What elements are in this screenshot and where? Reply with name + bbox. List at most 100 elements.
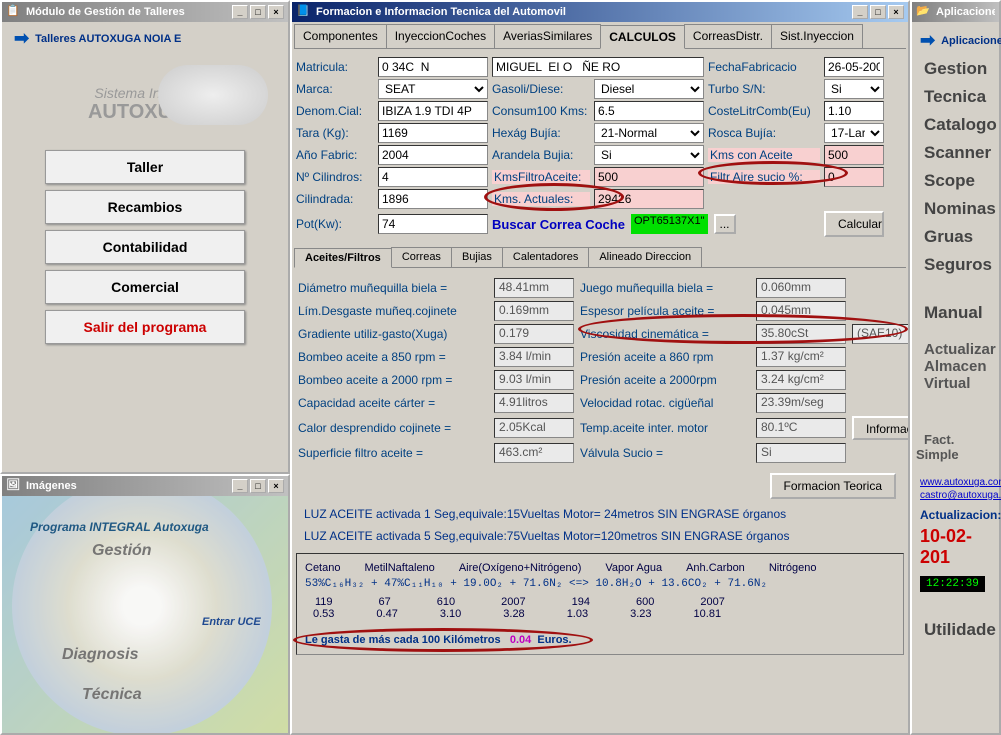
maximize-button[interactable]: □ [250,479,266,493]
menu-contabilidad[interactable]: Contabilidad [45,230,245,264]
calc-value: 463.cm² [494,443,574,463]
inp-kmsact[interactable] [594,189,704,209]
menu-comercial[interactable]: Comercial [45,270,245,304]
close-button[interactable]: × [268,479,284,493]
img-label: Técnica [82,686,142,704]
lbl-arand: Arandela Bujia: [492,148,590,162]
subtab-alineado[interactable]: Alineado Direccion [588,247,702,267]
subtab-bujias[interactable]: Bujias [451,247,503,267]
app-list: Gestion Tecnica Catalogo Scanner Scope N… [916,55,995,279]
minimize-button[interactable]: _ [232,479,248,493]
app-scope[interactable]: Scope [916,167,995,195]
inp-tara[interactable] [378,123,488,143]
tab-componentes[interactable]: Componentes [294,24,387,48]
app-utilidades[interactable]: Utilidade [916,616,995,644]
app-scanner[interactable]: Scanner [916,139,995,167]
inp-filtaire[interactable] [824,167,884,187]
menu-exit[interactable]: Salir del programa [45,310,245,344]
calc-label: Presión aceite a 860 rpm [580,350,750,364]
app-seguros[interactable]: Seguros [916,251,995,279]
close-button[interactable]: × [268,5,284,19]
sel-rosca[interactable]: 17-Larga [824,123,884,143]
inp-kmsfiltro[interactable] [594,167,704,187]
calc-value: 80.1ºC [756,418,846,438]
minimize-button[interactable]: _ [232,5,248,19]
tab-correas[interactable]: CorreasDistr. [684,24,772,48]
sel-marca[interactable]: SEAT [378,79,488,99]
calcular-button[interactable]: Calcular [824,211,884,237]
app-catalogo[interactable]: Catalogo [916,111,995,139]
menu-recambios[interactable]: Recambios [45,190,245,224]
tab-calculos[interactable]: CALCULOS [600,25,685,49]
workshop-header: ➡ Talleres AUTOXUGA NOIA E [2,22,288,55]
tab-averias[interactable]: AveriasSimilares [494,24,601,48]
maximize-button[interactable]: □ [250,5,266,19]
lbl-buscar: Buscar Correa Coche [492,217,625,232]
app-icon: 📘 [296,4,312,20]
app-gestion[interactable]: Gestion [916,55,995,83]
main-window: 📘 Formacion e Informacion Tecnica del Au… [290,0,910,735]
calc-label: Presión aceite a 2000rpm [580,373,750,387]
tab-inyeccion[interactable]: InyeccionCoches [386,24,495,48]
lbl-marca: Marca: [296,82,374,96]
sub-tabs: Aceites/Filtros Correas Bujias Calentado… [294,247,906,268]
calc-value: 0.169mm [494,301,574,321]
sel-gasdies[interactable]: Diesel [594,79,704,99]
app-tecnica[interactable]: Tecnica [916,83,995,111]
maximize-button[interactable]: □ [870,5,886,19]
inp-fechafab[interactable] [824,57,884,77]
subtab-correas[interactable]: Correas [391,247,452,267]
sel-hexag[interactable]: 21-Normal [594,123,704,143]
inp-coste[interactable] [824,101,884,121]
app-nominas[interactable]: Nominas [916,195,995,223]
minimize-button[interactable]: _ [852,5,868,19]
calc-value: 0.179 [494,324,574,344]
img-label: Diagnosis [62,646,138,664]
app-gruas[interactable]: Gruas [916,223,995,251]
logo-area: Sistema Integral AUTOXUGA [2,55,288,144]
lbl-rosca: Rosca Bujía: [708,126,820,140]
lbl-ano: Año Fabric: [296,148,374,162]
chem-equation: 53%C₁₆H₃₂ + 47%C₁₁H₁₀ + 19.0O₂ + 71.6N₂ … [305,578,895,590]
calc-value: Si [756,443,846,463]
url-web[interactable]: www.autoxuga.com [916,476,995,489]
inp-cilindrada[interactable] [378,189,488,209]
formacion-button[interactable]: Formacion Teorica [770,473,896,499]
inp-kmsaceite[interactable] [824,145,884,165]
window-title: Aplicaciones [936,6,995,18]
main-menu: Taller Recambios Contabilidad Comercial … [2,144,288,350]
inp-ncil[interactable] [378,167,488,187]
lbl-gasdies: Gasoli/Diese: [492,82,590,96]
inp-matricula[interactable] [378,57,488,77]
app-manual[interactable]: Manual [916,299,995,327]
calc-value: 1.37 kg/cm² [756,347,846,367]
inp-cons100[interactable] [594,101,704,121]
fact-simple[interactable]: Fact. Simple [916,428,967,466]
img-label: Gestión [92,542,152,560]
calc-value: 23.39m/seg [756,393,846,413]
inp-owner[interactable] [492,57,704,77]
tab-sistinyeccion[interactable]: Sist.Inyeccion [771,24,863,48]
inp-pot[interactable] [378,214,488,234]
sel-arand[interactable]: Si [594,145,704,165]
lbl-fechafab: FechaFabricacio [708,60,820,74]
menu-taller[interactable]: Taller [45,150,245,184]
calc-value: 0.060mm [756,278,846,298]
lbl-cilindrada: Cilindrada: [296,192,374,206]
close-button[interactable]: × [888,5,904,19]
informacion-button[interactable]: Informacion [852,416,908,440]
calc-label: Válvula Sucio = [580,446,750,460]
images-window: 🖼 Imágenes _ □ × Programa INTEGRAL Autox… [0,474,290,735]
subtab-aceites[interactable]: Aceites/Filtros [294,248,392,268]
calc-value: 48.41mm [494,278,574,298]
sel-turbo[interactable]: Si [824,79,884,99]
subtab-calentadores[interactable]: Calentadores [502,247,589,267]
more-button[interactable]: ... [714,214,736,234]
sub-virtual[interactable]: Virtual [916,371,978,396]
inp-ano[interactable] [378,145,488,165]
chemistry-panel: CetanoMetilNaftaleno Aire(Oxígeno+Nitróg… [296,553,904,655]
inp-denom[interactable] [378,101,488,121]
titlebar: 📂 Aplicaciones [912,2,999,22]
url-email[interactable]: castro@autoxuga.com [916,489,995,502]
app-icon: 📋 [6,4,22,20]
